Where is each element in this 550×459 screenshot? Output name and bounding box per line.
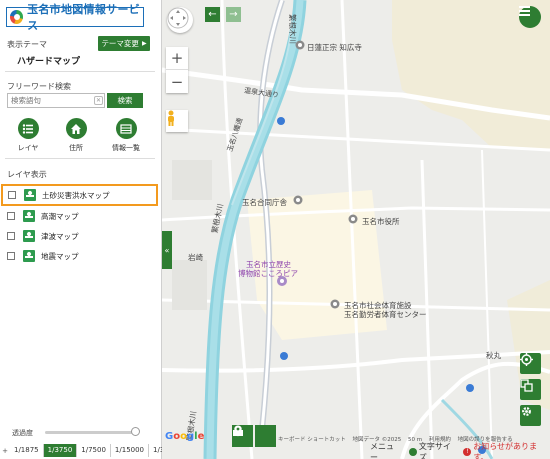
footer-bar: メニュー 文字サイズ ! お知らせがあります。	[362, 441, 550, 459]
street-view-button[interactable]	[166, 110, 188, 132]
home-icon	[65, 118, 87, 139]
layer-item-tsunami[interactable]: 津波マップ	[6, 227, 156, 245]
freeword-label: フリーワード検索	[7, 82, 71, 91]
layer-name: 津波マップ	[41, 231, 79, 241]
play-icon: ▶	[141, 40, 147, 47]
layer-checkbox[interactable]	[7, 232, 15, 240]
keyboard-shortcuts-link[interactable]: キーボード ショートカット	[278, 437, 346, 443]
pegman-icon	[168, 110, 174, 126]
zoom-out-icon[interactable]: −	[166, 70, 188, 93]
bottom-tabs	[232, 425, 278, 447]
map-pin-icon	[234, 425, 242, 437]
back-arrow-icon[interactable]: ←	[205, 7, 220, 22]
opacity-slider-thumb[interactable]	[131, 427, 140, 436]
divider	[5, 158, 155, 159]
address-button-label: 住所	[69, 144, 83, 152]
logo-mark-icon	[10, 10, 24, 24]
gear-icon	[522, 407, 531, 416]
divider	[5, 71, 155, 72]
layer-checkbox[interactable]	[7, 212, 15, 220]
copy-layers-icon	[520, 379, 533, 392]
map-label-office: 玉名合同庁舎	[242, 198, 287, 207]
opacity-label: 透過度	[12, 429, 33, 437]
theme-change-button[interactable]: テーマ変更 ▶	[98, 36, 150, 51]
map-label-temple: 日蓮正宗 知広寺	[307, 43, 362, 52]
info-list-button-label: 情報一覧	[112, 144, 140, 152]
notice-label: お知らせがあります。	[473, 441, 538, 459]
layer-item-earthquake[interactable]: 地震マップ	[6, 247, 156, 265]
text-size-label: 文字サイズ	[418, 441, 451, 459]
layer-button[interactable]: レイヤ	[10, 118, 46, 153]
menu-button[interactable]	[519, 6, 541, 28]
table-icon	[115, 118, 137, 139]
layer-name: 高潮マップ	[41, 211, 79, 221]
locate-button[interactable]	[520, 353, 541, 374]
map-pin-icon	[23, 210, 35, 222]
app-logo[interactable]: 玉名市地図情報サービス	[6, 3, 144, 32]
map-label-city-hall: 玉名市役所	[362, 217, 400, 226]
scale-option[interactable]: 1/1875	[10, 444, 44, 457]
map-label-gym: 玉名勤労者体育センター	[344, 310, 427, 319]
theme-change-label: テーマ変更	[101, 39, 139, 48]
text-size-icon	[409, 447, 417, 456]
layer-name: 地震マップ	[41, 251, 79, 261]
sidebar: 玉名市地図情報サービス 表示テーマ テーマ変更 ▶ ハザードマップ フリーワード…	[0, 0, 188, 459]
scale-option[interactable]: 1/15000	[111, 444, 150, 457]
scale-option-selected[interactable]: 1/3750	[43, 444, 78, 457]
google-logo[interactable]: Google	[165, 431, 204, 442]
layer-checkbox[interactable]	[7, 252, 15, 260]
layer-button-label: レイヤ	[17, 144, 39, 152]
layer-name: 土砂災害洪水マップ	[42, 190, 110, 200]
footer-menu-link[interactable]: メニュー	[370, 441, 401, 459]
opacity-slider-track[interactable]	[45, 431, 136, 434]
theme-name: ハザードマップ	[17, 57, 81, 67]
layer-item-storm-surge[interactable]: 高潮マップ	[6, 207, 156, 225]
map-label-area: 秋丸	[486, 351, 501, 360]
list-icon	[17, 118, 39, 139]
address-button[interactable]: 住所	[58, 118, 94, 153]
map-canvas[interactable]: 繁根木川 温泉大通り 玉名八幡通 繁根木川 繁根木川 日蓮正宗 知広寺 玉名合同…	[162, 0, 550, 459]
layer-title: レイヤ表示	[7, 170, 47, 179]
zoom-in-icon[interactable]: +	[166, 47, 188, 70]
pan-control[interactable]	[167, 7, 193, 33]
collapse-sidebar-button[interactable]: «	[162, 231, 172, 269]
tab-pin[interactable]	[234, 425, 276, 447]
scale-plus-icon[interactable]: +	[0, 447, 10, 455]
compass-icon	[167, 7, 189, 29]
logo-text: 玉名市地図情報サービス	[27, 3, 141, 32]
forward-arrow-icon[interactable]: →	[226, 7, 241, 22]
scale-option[interactable]: 1/7500	[77, 444, 111, 457]
layer-checkbox[interactable]	[8, 191, 16, 199]
zoom-control: + −	[166, 47, 188, 93]
theme-label: 表示テーマ	[7, 40, 47, 49]
info-list-button[interactable]: 情報一覧	[108, 118, 144, 153]
notice-link[interactable]: ! お知らせがあります。	[463, 441, 550, 459]
map-label-river: 繁根木川	[288, 14, 297, 44]
crosshair-icon	[520, 353, 533, 366]
double-chevron-left-icon: «	[164, 245, 170, 255]
map-label-area: 岩崎	[188, 253, 203, 262]
map-pin-icon	[23, 250, 35, 262]
search-button[interactable]: 検索	[107, 93, 143, 108]
settings-button[interactable]	[520, 405, 541, 426]
search-input[interactable]	[7, 93, 105, 108]
map-pin-icon	[24, 189, 36, 201]
layers-button[interactable]	[520, 379, 541, 400]
text-size-button[interactable]: 文字サイズ	[409, 441, 457, 459]
alert-icon: !	[463, 447, 472, 456]
map-pin-icon	[23, 230, 35, 242]
hamburger-icon	[519, 6, 530, 16]
clear-icon[interactable]: ✕	[94, 96, 103, 105]
layer-item-landslide[interactable]: 土砂災害洪水マップ	[1, 184, 158, 206]
map-label-museum: 博物館こころピア	[238, 269, 298, 278]
